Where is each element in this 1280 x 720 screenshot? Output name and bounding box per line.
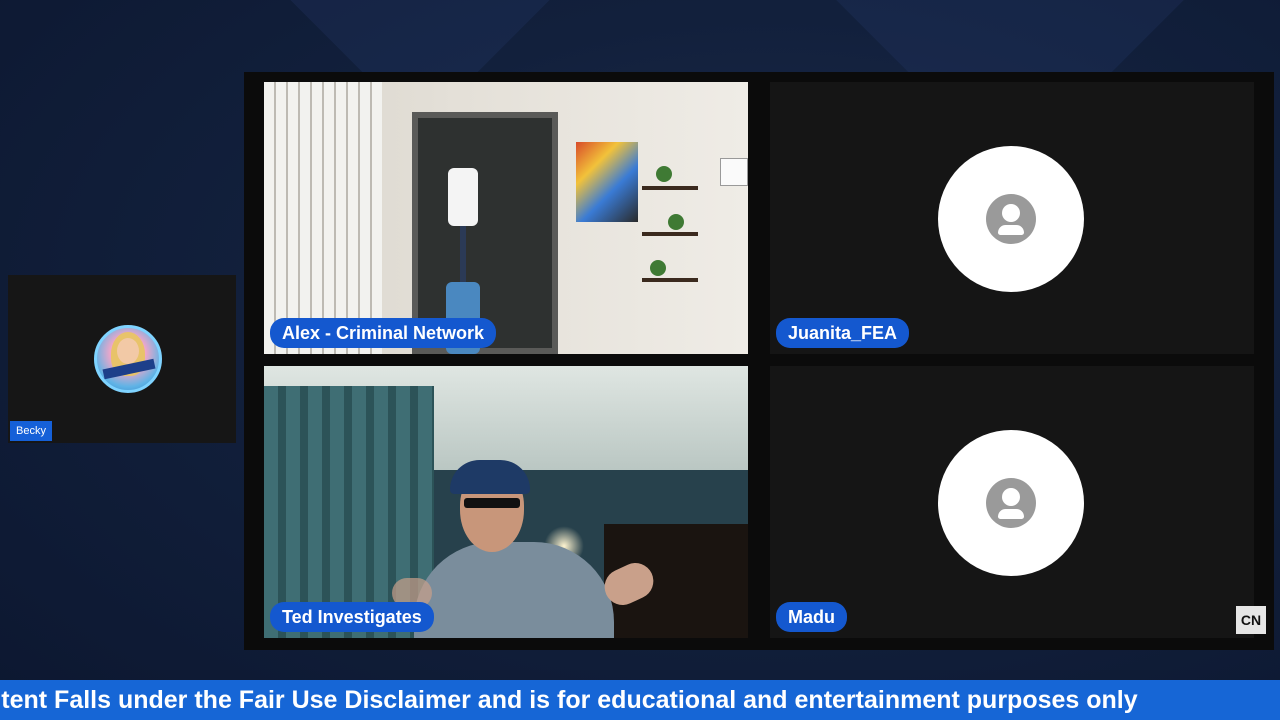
- participant-name-label: Becky: [10, 421, 52, 441]
- participant-tile-juanita[interactable]: Juanita_FEA: [770, 82, 1254, 354]
- window-blinds: [264, 82, 382, 354]
- participant-name-label: Alex - Criminal Network: [270, 318, 497, 348]
- speaker-glasses: [464, 498, 520, 508]
- plant: [650, 260, 666, 276]
- person-silhouette-icon: [986, 194, 1036, 244]
- plant: [668, 214, 684, 230]
- wall-shelf: [642, 186, 698, 190]
- speaker-cap: [450, 460, 530, 494]
- wall-shelf: [642, 278, 698, 282]
- plant: [656, 166, 672, 182]
- participant-tile-alex[interactable]: Alex - Criminal Network: [264, 82, 748, 354]
- wall-shelf: [642, 232, 698, 236]
- video-feed: [264, 82, 748, 354]
- video-feed: [264, 366, 748, 638]
- person-silhouette-icon: [986, 478, 1036, 528]
- lamp: [448, 168, 478, 226]
- avatar-placeholder: [938, 146, 1084, 292]
- disclaimer-ticker: ntent Falls under the Fair Use Disclaime…: [0, 680, 1280, 720]
- channel-logo: CN: [1236, 606, 1266, 634]
- participant-tile-ted[interactable]: Ted Investigates: [264, 366, 748, 638]
- participant-name-label: Madu: [776, 602, 847, 632]
- wall-clock: [720, 158, 748, 186]
- participant-avatar: [94, 325, 162, 393]
- participant-name-label: Juanita_FEA: [776, 318, 910, 348]
- participant-tile-madu[interactable]: Madu: [770, 366, 1254, 638]
- wall-painting: [576, 142, 638, 222]
- video-grid: Alex - Criminal Network Juanita_FEA Ted …: [244, 72, 1274, 650]
- avatar-placeholder: [938, 430, 1084, 576]
- ticker-text: ntent Falls under the Fair Use Disclaime…: [0, 686, 1138, 714]
- avatar-face: [117, 338, 139, 364]
- participant-name-label: Ted Investigates: [270, 602, 434, 632]
- participant-tile-side[interactable]: Becky: [8, 275, 236, 443]
